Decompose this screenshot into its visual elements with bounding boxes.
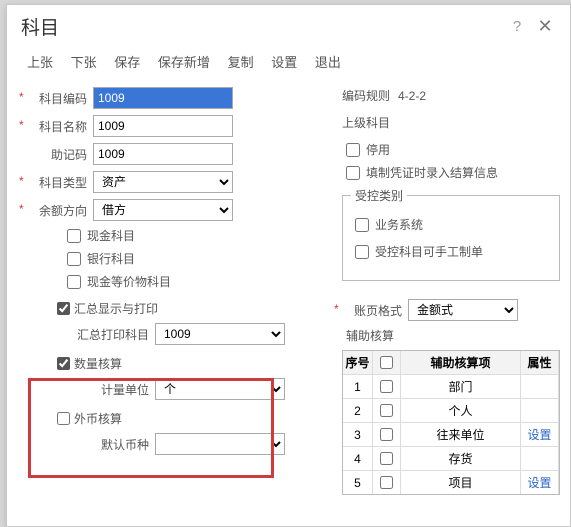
close-icon[interactable]: ✕: [534, 16, 556, 38]
toolbar-prev[interactable]: 上张: [27, 55, 53, 70]
casheq-label: 现金等价物科目: [87, 273, 171, 290]
cell-seq: 1: [343, 375, 373, 398]
cell-attr: [521, 447, 559, 470]
unit-select[interactable]: 个: [155, 378, 285, 400]
rule-label: 编码规则: [342, 87, 398, 104]
toolbar: 上张 下张 保存 保存新增 复制 设置 退出: [7, 52, 570, 81]
left-column: 科目编码 科目名称 助记码 科目类型 资产 余额方向 借方 现金科目 银行科目 …: [27, 87, 327, 495]
toolbar-save[interactable]: 保存: [114, 55, 140, 70]
manual-checkbox[interactable]: [355, 245, 369, 259]
cell-seq: 2: [343, 399, 373, 422]
code-label: 科目编码: [27, 90, 87, 107]
th-attr: 属性: [521, 351, 559, 374]
print-section-checkbox[interactable]: [57, 302, 70, 315]
disable-checkbox[interactable]: [346, 143, 360, 157]
fx-section-label: 外币核算: [74, 410, 122, 427]
aux-grid: 序号 辅助核算项 属性 1部门2个人3往来单位设置4存货5项目设置: [342, 350, 560, 495]
cell-attr: 设置: [521, 423, 559, 446]
row-checkbox[interactable]: [380, 476, 393, 489]
cell-seq: 3: [343, 423, 373, 446]
print-subject-select[interactable]: 1009: [155, 323, 285, 345]
toolbar-settings[interactable]: 设置: [271, 55, 297, 70]
table-row: 4 存货: [343, 446, 559, 470]
manual-label: 受控科目可手工制单: [375, 243, 483, 260]
table-header: 序号 辅助核算项 属性: [343, 351, 559, 374]
dialog: 科目 ? ✕ 上张 下张 保存 保存新增 复制 设置 退出 科目编码 科目名称 …: [6, 4, 571, 527]
cell-attr: 设置: [521, 471, 559, 494]
name-input[interactable]: [93, 115, 233, 137]
controlled-legend: 受控类别: [351, 187, 407, 204]
direction-select[interactable]: 借方: [93, 199, 233, 221]
print-section-label: 汇总显示与打印: [74, 300, 158, 317]
table-row: 2 个人: [343, 398, 559, 422]
mnemonic-input[interactable]: [93, 143, 233, 165]
unit-label: 计量单位: [71, 381, 149, 398]
th-checkbox[interactable]: [380, 356, 393, 369]
biz-checkbox[interactable]: [355, 218, 369, 232]
toolbar-copy[interactable]: 复制: [228, 55, 254, 70]
cash-label: 现金科目: [87, 227, 135, 244]
row-checkbox[interactable]: [380, 380, 393, 393]
cell-seq: 4: [343, 447, 373, 470]
titlebar: 科目 ? ✕: [7, 5, 570, 52]
cell-item: 个人: [401, 399, 521, 422]
cell-item: 部门: [401, 375, 521, 398]
code-input[interactable]: [93, 87, 233, 109]
casheq-checkbox[interactable]: [67, 275, 81, 289]
cell-item: 往来单位: [401, 423, 521, 446]
settle-checkbox[interactable]: [346, 166, 360, 180]
toolbar-save-new[interactable]: 保存新增: [158, 55, 210, 70]
aux-title: 辅助核算: [346, 327, 560, 344]
cash-checkbox[interactable]: [67, 229, 81, 243]
currency-select[interactable]: [155, 433, 285, 455]
row-checkbox[interactable]: [380, 428, 393, 441]
parent-label: 上级科目: [342, 114, 398, 131]
mnemonic-label: 助记码: [27, 146, 87, 163]
cell-attr: [521, 375, 559, 398]
direction-label: 余额方向: [27, 202, 87, 219]
biz-label: 业务系统: [375, 216, 423, 233]
disable-label: 停用: [366, 141, 390, 158]
right-column: 编码规则4-2-2 上级科目 停用 填制凭证时录入结算信息 受控类别 业务系统 …: [327, 87, 560, 495]
table-row: 1 部门: [343, 374, 559, 398]
amtfmt-label: 账页格式: [342, 302, 402, 319]
th-cb: [373, 351, 401, 374]
type-label: 科目类型: [27, 174, 87, 191]
cell-item: 项目: [401, 471, 521, 494]
type-select[interactable]: 资产: [93, 171, 233, 193]
controlled-fieldset: 受控类别 业务系统 受控科目可手工制单: [342, 187, 560, 281]
table-row: 3 往来单位设置: [343, 422, 559, 446]
attr-link[interactable]: 设置: [527, 474, 551, 491]
fx-section-checkbox[interactable]: [57, 412, 70, 425]
th-seq: 序号: [343, 351, 373, 374]
cell-attr: [521, 399, 559, 422]
currency-label: 默认币种: [71, 436, 149, 453]
print-subject-label: 汇总打印科目: [71, 326, 149, 343]
cell-item: 存货: [401, 447, 521, 470]
attr-link[interactable]: 设置: [527, 426, 551, 443]
help-icon[interactable]: ?: [506, 16, 528, 38]
amtfmt-select[interactable]: 金额式: [408, 299, 518, 321]
name-label: 科目名称: [27, 118, 87, 135]
toolbar-exit[interactable]: 退出: [315, 55, 341, 70]
qty-section-checkbox[interactable]: [57, 357, 70, 370]
cell-seq: 5: [343, 471, 373, 494]
toolbar-next[interactable]: 下张: [71, 55, 97, 70]
table-row: 5 项目设置: [343, 470, 559, 494]
bank-checkbox[interactable]: [67, 252, 81, 266]
row-checkbox[interactable]: [380, 452, 393, 465]
settle-label: 填制凭证时录入结算信息: [366, 164, 498, 181]
row-checkbox[interactable]: [380, 404, 393, 417]
th-item: 辅助核算项: [401, 351, 521, 374]
rule-value: 4-2-2: [398, 89, 426, 103]
dialog-title: 科目: [21, 13, 500, 40]
qty-section-label: 数量核算: [74, 355, 122, 372]
bank-label: 银行科目: [87, 250, 135, 267]
